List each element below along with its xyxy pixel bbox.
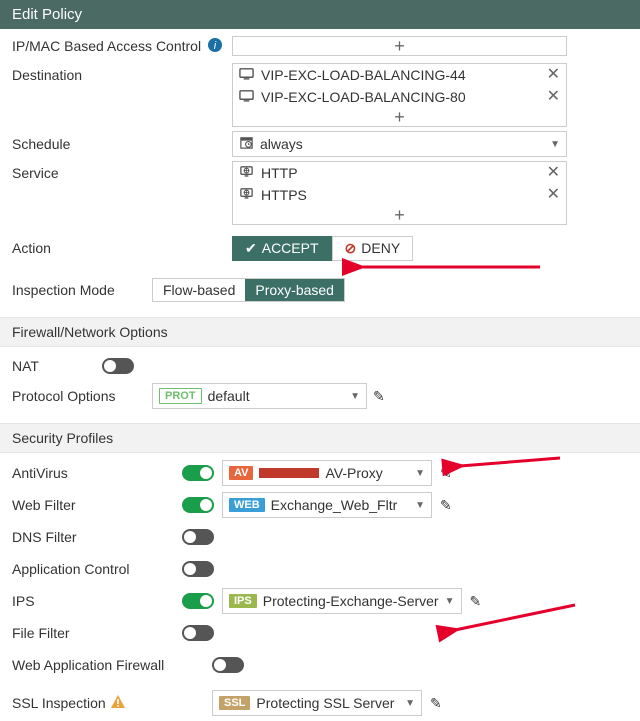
ssl-value: Protecting SSL Server — [256, 695, 399, 711]
appcontrol-toggle[interactable] — [182, 561, 214, 577]
proxy-based-option[interactable]: Proxy-based — [245, 279, 344, 301]
antivirus-value: AV-Proxy — [325, 465, 409, 481]
dnsfilter-label: DNS Filter — [12, 529, 77, 545]
ips-select[interactable]: IPS Protecting-Exchange-Server ▼ — [222, 588, 462, 614]
edit-icon[interactable]: ✎ — [430, 695, 442, 712]
warning-icon — [110, 694, 126, 713]
ssl-inspection-label: SSL Inspection — [12, 695, 106, 711]
check-icon: ✔ — [245, 240, 257, 257]
appcontrol-label: Application Control — [12, 561, 130, 577]
accept-button[interactable]: ✔ ACCEPT — [232, 236, 332, 261]
remove-icon[interactable]: ✕ — [547, 187, 560, 203]
ips-toggle[interactable] — [182, 593, 214, 609]
ips-label: IPS — [12, 593, 35, 609]
destination-item-text: VIP-EXC-LOAD-BALANCING-80 — [261, 89, 541, 105]
waf-label: Web Application Firewall — [12, 657, 164, 673]
inspection-mode-toggle: Flow-based Proxy-based — [152, 278, 345, 302]
service-item[interactable]: HTTPS ✕ — [233, 184, 566, 206]
ipmac-label: IP/MAC Based Access Control — [12, 38, 201, 54]
caret-down-icon: ▼ — [415, 468, 425, 479]
webfilter-select[interactable]: WEB Exchange_Web_Fltr ▼ — [222, 492, 432, 518]
schedule-icon — [239, 135, 254, 153]
av-tag: AV — [229, 466, 253, 480]
vip-icon — [239, 66, 255, 84]
antivirus-select[interactable]: AV AV-Proxy ▼ — [222, 460, 432, 486]
protocol-options-select[interactable]: PROT default ▼ — [152, 383, 367, 409]
remove-icon[interactable]: ✕ — [547, 67, 560, 83]
edit-icon[interactable]: ✎ — [440, 497, 452, 514]
deny-button[interactable]: ⊘ DENY — [332, 236, 414, 261]
nat-label: NAT — [12, 358, 39, 374]
destination-item[interactable]: VIP-EXC-LOAD-BALANCING-44 ✕ — [233, 64, 566, 86]
service-item-text: HTTP — [261, 165, 541, 181]
destination-multiselect[interactable]: VIP-EXC-LOAD-BALANCING-44 ✕ VIP-EXC-LOAD… — [232, 63, 567, 127]
ips-value: Protecting-Exchange-Server — [263, 593, 439, 609]
antivirus-toggle[interactable] — [182, 465, 214, 481]
remove-icon[interactable]: ✕ — [547, 165, 560, 181]
edit-icon[interactable]: ✎ — [373, 388, 385, 405]
destination-item[interactable]: VIP-EXC-LOAD-BALANCING-80 ✕ — [233, 86, 566, 108]
service-icon — [239, 186, 255, 204]
security-profiles-group: Security Profiles — [0, 423, 640, 453]
waf-toggle[interactable] — [212, 657, 244, 673]
flow-based-option[interactable]: Flow-based — [153, 279, 245, 301]
action-label: Action — [12, 240, 51, 256]
add-icon[interactable]: + — [233, 108, 566, 126]
ssl-tag: SSL — [219, 696, 250, 710]
caret-down-icon: ▼ — [350, 391, 360, 402]
add-icon[interactable]: + — [233, 206, 566, 224]
edit-icon[interactable]: ✎ — [470, 593, 482, 610]
antivirus-label: AntiVirus — [12, 465, 68, 481]
destination-item-text: VIP-EXC-LOAD-BALANCING-44 — [261, 67, 541, 83]
action-toggle: ✔ ACCEPT ⊘ DENY — [232, 236, 413, 261]
add-icon[interactable]: + — [233, 37, 566, 55]
webfilter-label: Web Filter — [12, 497, 76, 513]
webfilter-toggle[interactable] — [182, 497, 214, 513]
protocol-options-value: default — [208, 388, 345, 404]
dialog-header: Edit Policy — [0, 0, 640, 29]
ips-tag: IPS — [229, 594, 257, 608]
redacted-text — [259, 468, 319, 478]
filefilter-toggle[interactable] — [182, 625, 214, 641]
dnsfilter-toggle[interactable] — [182, 529, 214, 545]
dialog-title: Edit Policy — [12, 6, 82, 23]
caret-down-icon: ▼ — [445, 596, 455, 607]
protocol-options-label: Protocol Options — [12, 388, 116, 404]
webfilter-value: Exchange_Web_Fltr — [271, 497, 409, 513]
edit-icon[interactable]: ✎ — [440, 465, 452, 482]
nat-toggle[interactable] — [102, 358, 134, 374]
schedule-value: always — [260, 136, 544, 152]
inspection-label: Inspection Mode — [12, 282, 115, 298]
service-icon — [239, 164, 255, 182]
service-multiselect[interactable]: HTTP ✕ HTTPS ✕ + — [232, 161, 567, 225]
accept-text: ACCEPT — [262, 240, 319, 256]
prot-tag: PROT — [159, 388, 202, 404]
destination-label: Destination — [12, 67, 82, 83]
firewall-network-group: Firewall/Network Options — [0, 317, 640, 347]
remove-icon[interactable]: ✕ — [547, 89, 560, 105]
ssl-inspection-select[interactable]: SSL Protecting SSL Server ▼ — [212, 690, 422, 716]
caret-down-icon: ▼ — [405, 698, 415, 709]
web-tag: WEB — [229, 498, 265, 512]
ipmac-multiselect[interactable]: + — [232, 36, 567, 56]
schedule-label: Schedule — [12, 136, 70, 152]
caret-down-icon: ▼ — [550, 139, 560, 150]
caret-down-icon: ▼ — [415, 500, 425, 511]
deny-icon: ⊘ — [345, 240, 357, 257]
info-icon[interactable]: i — [207, 37, 223, 56]
service-label: Service — [12, 165, 59, 181]
filefilter-label: File Filter — [12, 625, 70, 641]
schedule-select[interactable]: always ▼ — [232, 131, 567, 157]
vip-icon — [239, 88, 255, 106]
service-item-text: HTTPS — [261, 187, 541, 203]
deny-text: DENY — [361, 240, 400, 256]
service-item[interactable]: HTTP ✕ — [233, 162, 566, 184]
